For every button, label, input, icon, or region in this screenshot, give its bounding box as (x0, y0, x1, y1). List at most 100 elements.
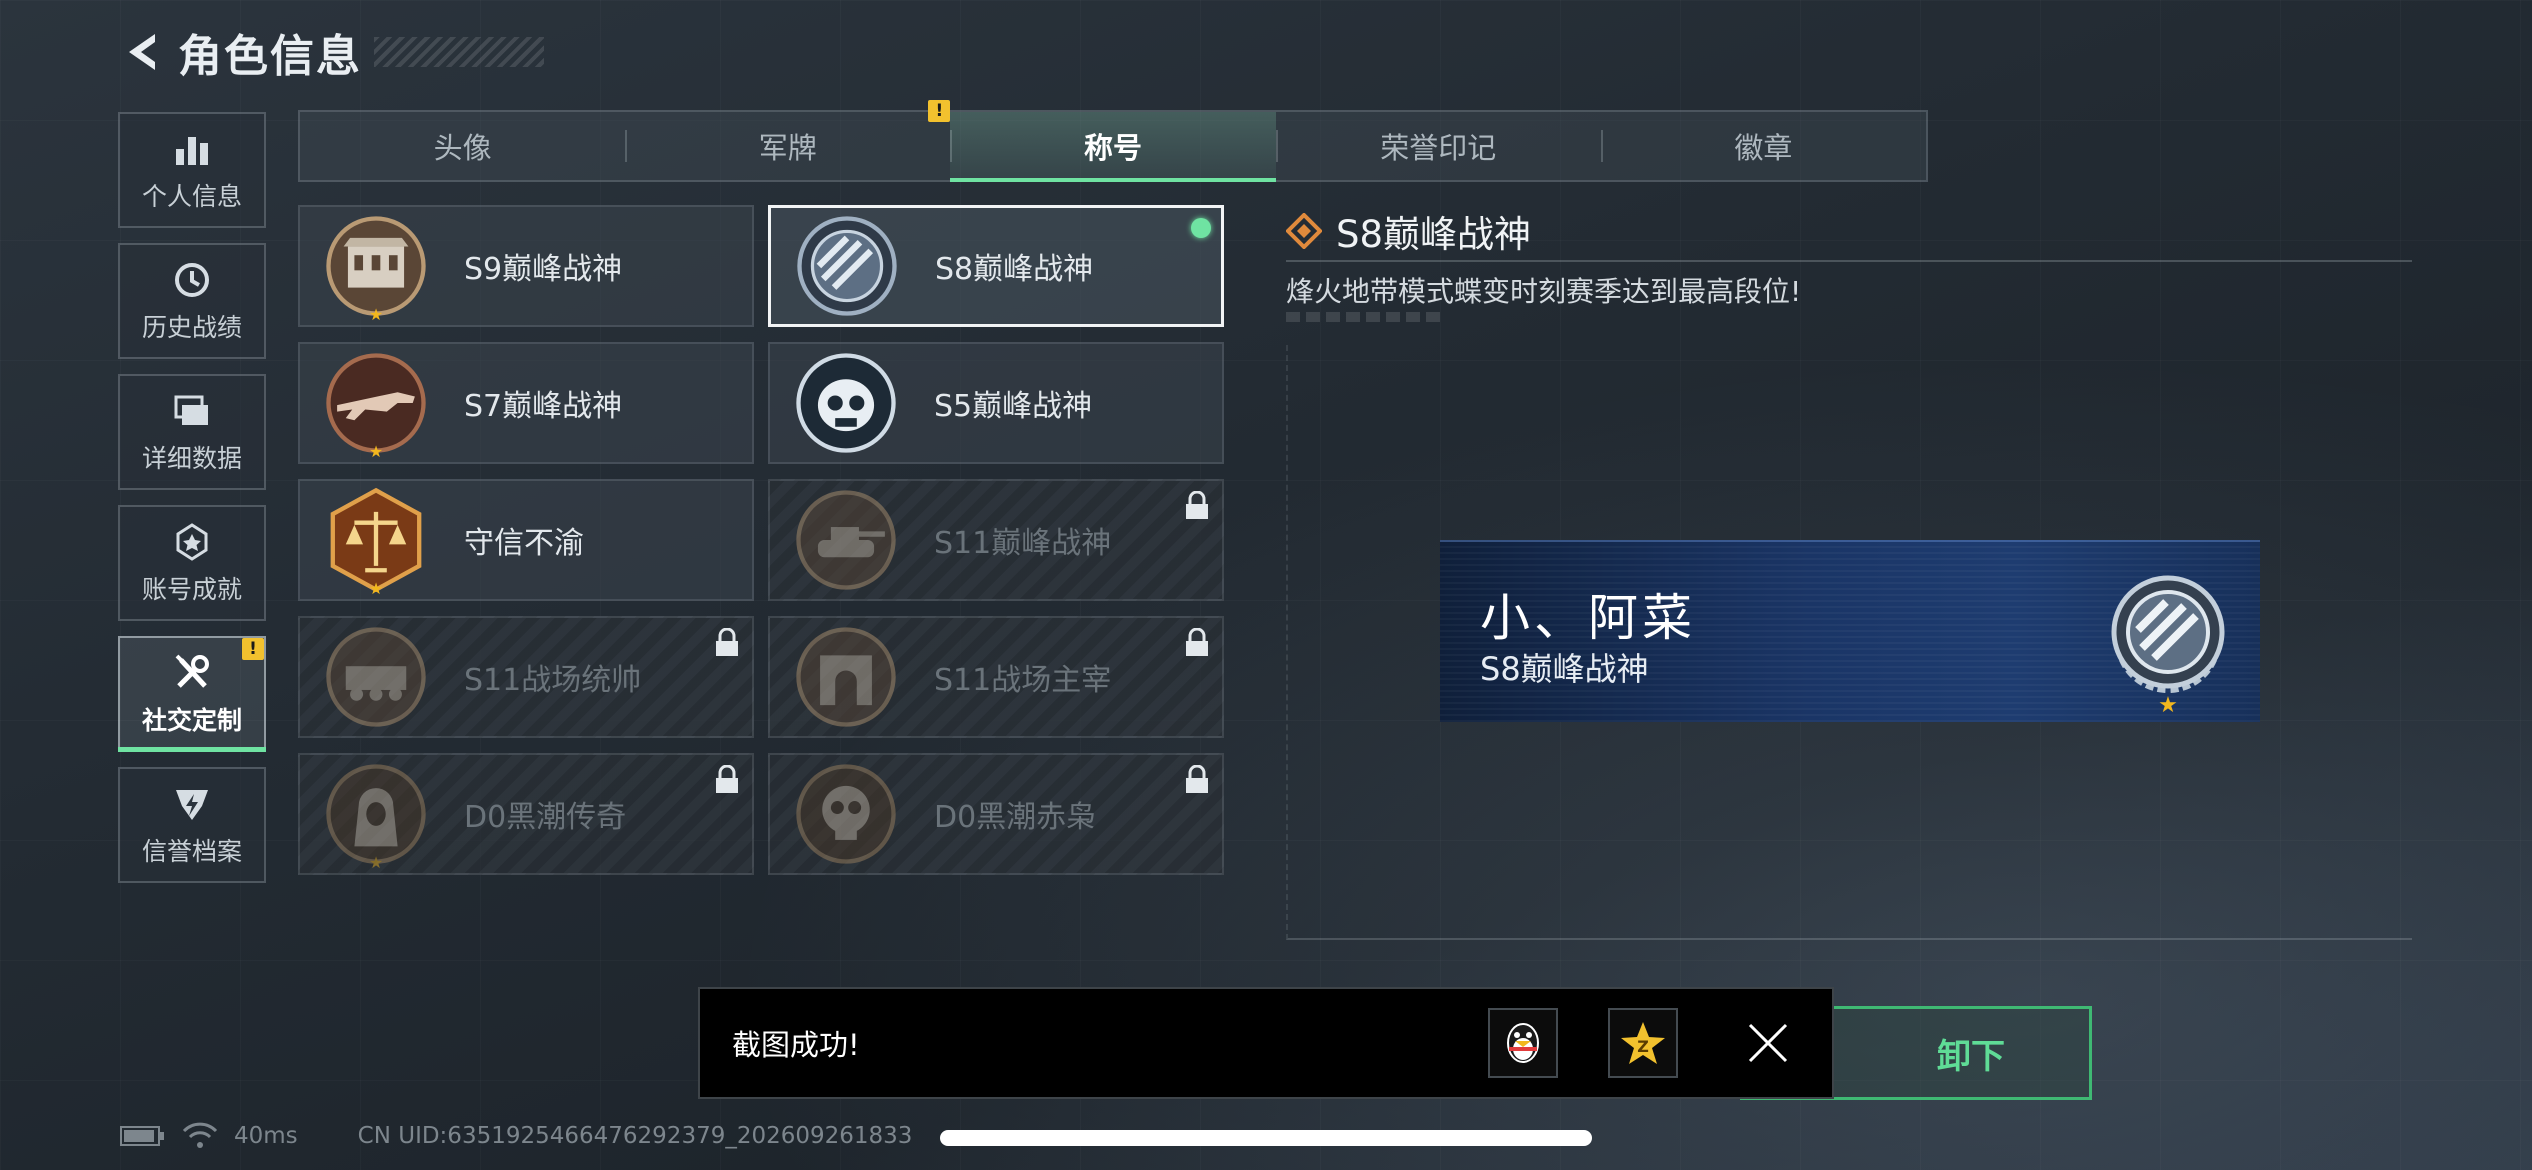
title-name: S9巅峰战神 (464, 252, 623, 287)
title-name: S11战场主宰 (934, 663, 1112, 698)
player-name: 小、阿菜 (1480, 589, 1696, 647)
svg-text:Z: Z (1637, 1037, 1649, 1056)
title-card-s8[interactable]: S8巅峰战神 (768, 205, 1224, 327)
title-name: D0黑潮赤枭 (934, 800, 1097, 835)
nameplate-preview: 小、阿菜 S8巅峰战神 ★ (1440, 540, 2260, 722)
sidebar-item-label: 信誉档案 (141, 837, 242, 866)
back-arrow-icon (129, 34, 155, 70)
title-card-s11-commander[interactable]: S11战场统帅 (298, 616, 754, 738)
sidebar-item-credit-profile[interactable]: 信誉档案 (118, 767, 266, 883)
tab-honor-mark[interactable]: 荣誉印记 (1275, 112, 1601, 180)
bar-chart-icon (170, 127, 214, 171)
toast-message: 截图成功! (732, 1028, 860, 1062)
share-qzone-button[interactable]: Z (1608, 1008, 1678, 1078)
sidebar-item-achievements[interactable]: 账号成就 (118, 505, 266, 621)
sidebar-item-label: 个人信息 (141, 182, 242, 211)
page-title: 角色信息 (178, 31, 362, 82)
star-icon: ★ (368, 579, 384, 598)
title-name: S11战场统帅 (464, 663, 642, 698)
latency-text: 40ms (234, 1123, 298, 1149)
sidebar-item-label: 详细数据 (141, 444, 242, 473)
lock-icon (1184, 627, 1210, 662)
star-share-icon: Z (1621, 1022, 1665, 1064)
back-button[interactable] (118, 22, 168, 82)
title-card-d0-legend[interactable]: ★ D0黑潮传奇 (298, 753, 754, 875)
tab-label: 军牌 (758, 131, 817, 165)
detail-header: S8巅峰战神 (1286, 202, 2412, 262)
title-card-s11-peak[interactable]: S11巅峰战神 (768, 479, 1224, 601)
sidebar-item-profile[interactable]: 个人信息 (118, 112, 266, 228)
lightning-shield-icon (170, 782, 214, 826)
sidebar-item-label: 历史战绩 (141, 313, 242, 342)
lock-icon (714, 627, 740, 662)
unequip-label: 卸下 (1937, 1036, 2005, 1077)
tank-emblem-icon (790, 484, 902, 596)
home-indicator[interactable] (940, 1130, 1592, 1146)
title-card-s11-dominator[interactable]: S11战场主宰 (768, 616, 1224, 738)
tab-label: 徽章 (1734, 131, 1793, 165)
title-name: D0黑潮传奇 (464, 800, 627, 835)
equipped-indicator (1191, 218, 1211, 238)
tab-dog-tag[interactable]: 军牌 ! (625, 100, 951, 180)
nameplate-title: S8巅峰战神 (1480, 650, 1649, 688)
folder-stack-icon (170, 389, 214, 433)
sidebar-item-social-customization[interactable]: ! 社交定制 (118, 636, 266, 752)
hooded-figure-emblem-icon: ★ (320, 758, 432, 872)
tab-title[interactable]: 称号 (950, 112, 1276, 182)
detail-subtext-decoration (1286, 312, 1446, 322)
battery-icon (120, 1126, 164, 1146)
striped-shield-emblem-icon: ★ (2111, 575, 2225, 716)
arch-emblem-icon (790, 621, 902, 733)
wifi-icon (182, 1122, 218, 1148)
skull-mask-emblem-icon (790, 347, 902, 459)
svg-text:★: ★ (2158, 693, 2178, 716)
uid-text: CN UID:6351925466476292379_202609261833 (357, 1123, 913, 1149)
sidebar-item-label: 账号成就 (141, 575, 242, 604)
title-card-s9[interactable]: ★ S9巅峰战神 (298, 205, 754, 327)
title-name: S8巅峰战神 (935, 252, 1094, 287)
penguin-icon (1507, 1023, 1539, 1063)
status-bar: 40ms CN UID:6351925466476292379_20260926… (120, 1118, 912, 1154)
tab-label: 荣誉印记 (1380, 131, 1497, 165)
warning-badge: ! (928, 100, 951, 122)
sidebar-item-history[interactable]: 历史战绩 (118, 243, 266, 359)
star-icon: ★ (368, 442, 384, 461)
category-tabs: 头像 军牌 ! 称号 荣誉印记 徽章 (298, 100, 1928, 182)
lock-icon (1184, 490, 1210, 525)
title-name: S5巅峰战神 (934, 389, 1093, 424)
title-card-keep-faith[interactable]: ★ 守信不渝 (298, 479, 754, 601)
page-header: 角色信息 (118, 22, 544, 82)
title-name: S7巅峰战神 (464, 389, 623, 424)
striped-shield-emblem-icon (791, 210, 903, 322)
share-qq-button[interactable] (1488, 1008, 1558, 1078)
tab-label: 称号 (1084, 131, 1143, 165)
title-card-d0-owl[interactable]: D0黑潮赤枭 (768, 753, 1224, 875)
wrench-screwdriver-icon (170, 651, 214, 695)
sidebar: 个人信息 历史战绩 详细数据 账号成就 ! 社交定制 信誉档案 (118, 112, 266, 898)
diamond-icon (1286, 213, 1322, 249)
rifle-emblem-icon: ★ (320, 347, 432, 461)
achievement-badge-icon (170, 520, 214, 564)
title-name: S11巅峰战神 (934, 526, 1112, 561)
tab-badge[interactable]: 徽章 (1600, 112, 1926, 180)
sidebar-item-label: 社交定制 (141, 706, 242, 735)
toast-close-button[interactable] (1738, 1013, 1798, 1073)
tab-label: 头像 (433, 131, 492, 165)
detail-description: 烽火地带模式蝶变时刻赛季达到最高段位! (1286, 275, 1802, 308)
screenshot-toast: 截图成功! Z (698, 987, 1834, 1099)
detail-title: S8巅峰战神 (1336, 213, 1532, 256)
tab-avatar[interactable]: 头像 (300, 112, 625, 180)
title-card-s5[interactable]: S5巅峰战神 (768, 342, 1224, 464)
lock-icon (1184, 764, 1210, 799)
armored-vehicle-emblem-icon (320, 621, 432, 733)
title-card-s7[interactable]: ★ S7巅峰战神 (298, 342, 754, 464)
warning-badge: ! (242, 638, 264, 660)
title-name: 守信不渝 (464, 526, 584, 561)
skull-emblem-icon (790, 758, 902, 870)
scales-emblem-icon: ★ (320, 484, 432, 598)
star-icon: ★ (368, 853, 384, 872)
sidebar-item-details[interactable]: 详细数据 (118, 374, 266, 490)
title-decoration (374, 37, 544, 67)
clock-icon (170, 258, 214, 302)
close-icon (1748, 1023, 1788, 1063)
